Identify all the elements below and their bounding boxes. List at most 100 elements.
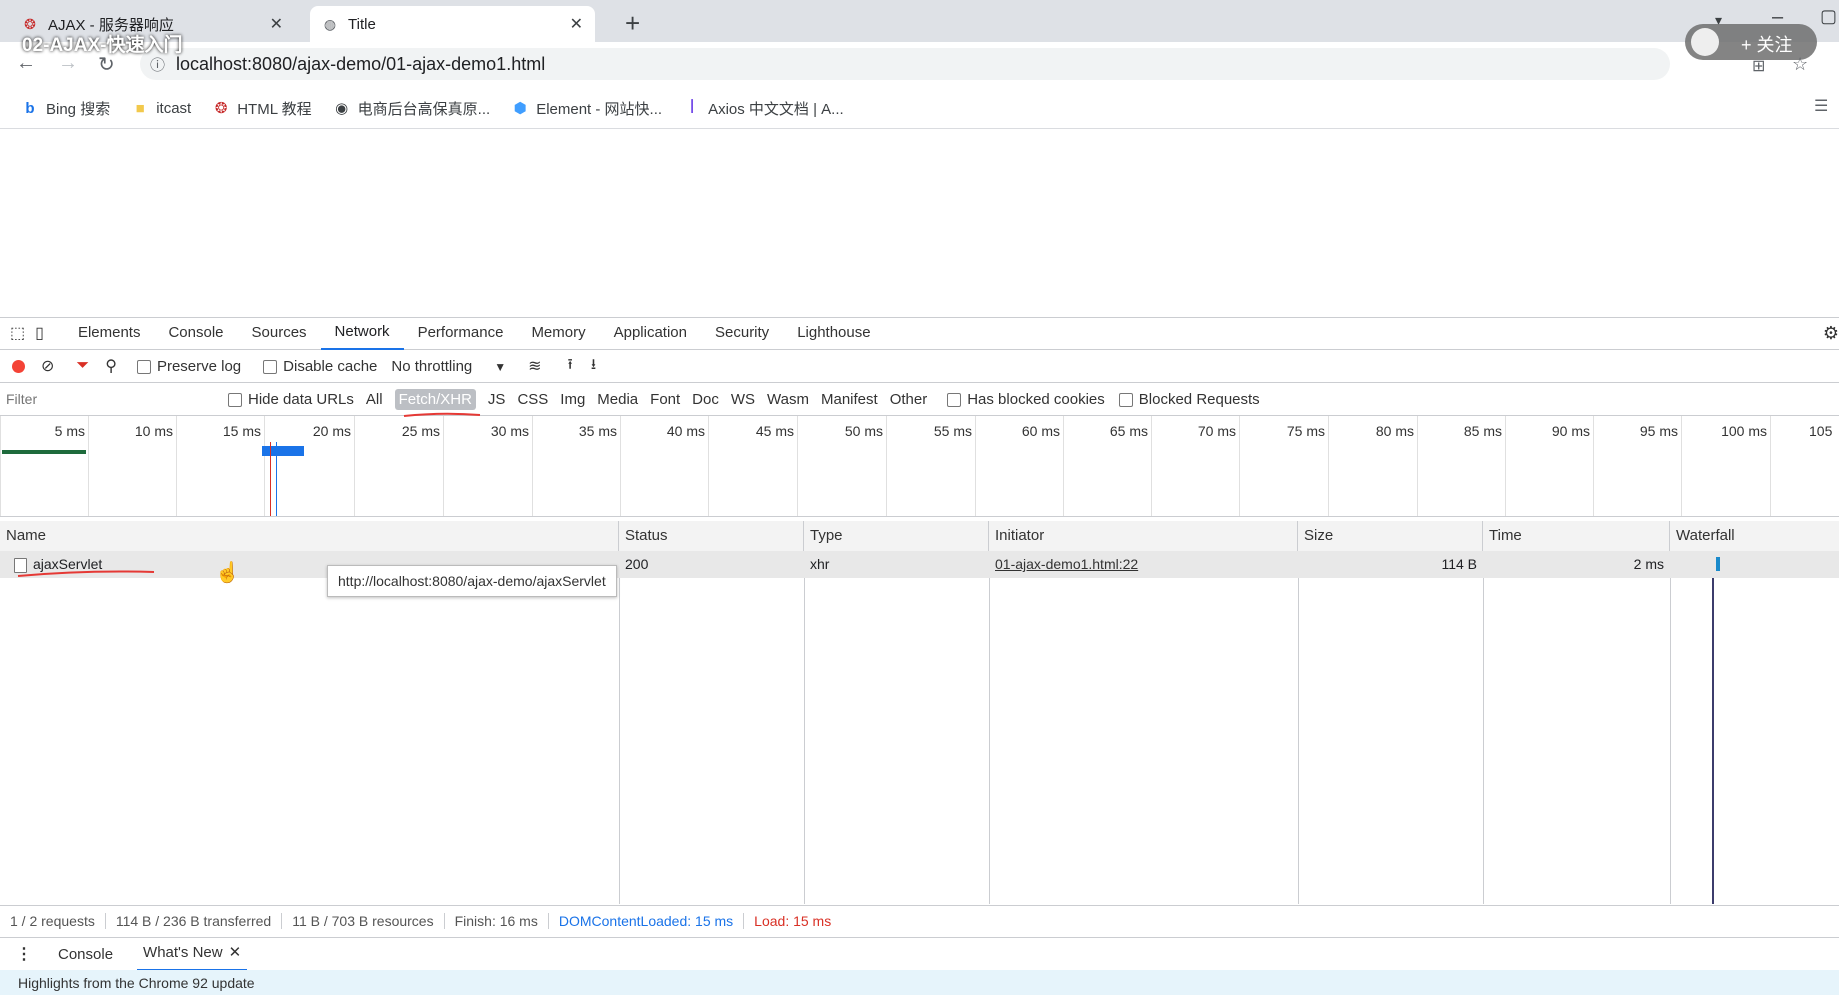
bookmark-itcast[interactable]: ■ itcast bbox=[132, 100, 192, 117]
timeline-tick: 30 ms bbox=[443, 416, 533, 516]
tab-network[interactable]: Network bbox=[320, 316, 404, 350]
type-filter-img[interactable]: Img bbox=[560, 391, 585, 408]
tab-console[interactable]: Console bbox=[154, 317, 237, 349]
video-overlay-title: 02-AJAX-快速入门 bbox=[22, 35, 183, 56]
translate-icon[interactable]: ⊞ bbox=[1752, 56, 1765, 76]
tab-lighthouse[interactable]: Lighthouse bbox=[783, 317, 884, 349]
whats-new-panel: Highlights from the Chrome 92 update bbox=[0, 970, 1839, 995]
column-status[interactable]: Status bbox=[619, 521, 804, 551]
search-icon[interactable]: ⚲ bbox=[105, 356, 117, 376]
dom-content-loaded-time: DOMContentLoaded: 15 ms bbox=[549, 913, 745, 929]
column-divider bbox=[1483, 551, 1484, 904]
tab-application[interactable]: Application bbox=[600, 317, 701, 349]
hand-cursor-icon: ☝ bbox=[215, 562, 240, 584]
load-marker bbox=[270, 442, 271, 516]
column-name[interactable]: Name bbox=[0, 521, 619, 551]
devtools-tabs: ⬚ ▯ Elements Console Sources Network Per… bbox=[0, 317, 1839, 350]
annotation-underline bbox=[17, 570, 155, 577]
type-filter-fetch-xhr[interactable]: Fetch/XHR bbox=[394, 388, 476, 410]
bookmark-html-tutorial[interactable]: ❂ HTML 教程 bbox=[213, 98, 312, 119]
timeline-tick: 75 ms bbox=[1239, 416, 1329, 516]
filter-bar: Hide data URLs All Fetch/XHR JS CSS Img … bbox=[0, 383, 1839, 416]
type-filter-manifest[interactable]: Manifest bbox=[821, 391, 878, 408]
request-initiator-link[interactable]: 01-ajax-demo1.html:22 bbox=[989, 551, 1298, 578]
column-divider bbox=[804, 551, 805, 904]
drawer-tab-console[interactable]: Console bbox=[58, 946, 113, 963]
drawer-tab-whats-new[interactable]: What's New ✕ bbox=[137, 937, 248, 971]
timeline-tick: 55 ms bbox=[886, 416, 976, 516]
record-icon[interactable] bbox=[12, 359, 25, 373]
column-time[interactable]: Time bbox=[1483, 521, 1670, 551]
tab-performance[interactable]: Performance bbox=[404, 317, 518, 349]
throttling-select[interactable]: No throttling ▼ bbox=[391, 358, 506, 375]
network-toolbar: ⊘ ⏷ ⚲ Preserve log Disable cache No thro… bbox=[0, 350, 1839, 383]
bookmark-axios[interactable]: ꟾ Axios 中文文档 | A... bbox=[684, 98, 844, 119]
timeline-overview[interactable]: 5 ms 10 ms 15 ms 20 ms 25 ms 30 ms 35 ms… bbox=[0, 416, 1839, 517]
type-filter-wasm[interactable]: Wasm bbox=[767, 391, 809, 408]
network-conditions-icon[interactable]: ≋ bbox=[528, 356, 541, 376]
type-filter-other[interactable]: Other bbox=[890, 391, 928, 408]
url-tooltip: http://localhost:8080/ajax-demo/ajaxServ… bbox=[327, 565, 617, 597]
reading-list-icon[interactable]: ☰ bbox=[1814, 96, 1828, 116]
type-filter-js[interactable]: JS bbox=[488, 391, 506, 408]
column-size[interactable]: Size bbox=[1298, 521, 1483, 551]
column-waterfall[interactable]: Waterfall bbox=[1670, 521, 1839, 551]
blocked-requests-checkbox[interactable]: Blocked Requests bbox=[1118, 391, 1260, 408]
tab-memory[interactable]: Memory bbox=[517, 317, 599, 349]
column-initiator[interactable]: Initiator bbox=[989, 521, 1298, 551]
device-toolbar-icon[interactable]: ▯ bbox=[35, 323, 44, 343]
load-time: Load: 15 ms bbox=[754, 913, 832, 929]
request-time: 2 ms bbox=[1633, 556, 1664, 572]
browser-tab-title[interactable]: ◍ Title ✕ bbox=[310, 6, 595, 42]
hide-data-urls-checkbox[interactable]: Hide data URLs bbox=[228, 391, 354, 408]
axios-icon: ꟾ bbox=[689, 100, 695, 117]
has-blocked-cookies-checkbox[interactable]: Has blocked cookies bbox=[947, 391, 1105, 408]
close-icon[interactable]: ✕ bbox=[570, 14, 583, 34]
bookmark-element[interactable]: ⬢ Element - 网站快... bbox=[512, 98, 662, 119]
tab-sources[interactable]: Sources bbox=[238, 317, 321, 349]
type-filter-media[interactable]: Media bbox=[597, 391, 638, 408]
close-icon[interactable]: ✕ bbox=[270, 14, 283, 34]
follow-label: + 关注 bbox=[1741, 35, 1793, 55]
address-bar[interactable]: localhost:8080/ajax-demo/01-ajax-demo1.h… bbox=[140, 48, 1670, 80]
close-icon[interactable]: ✕ bbox=[229, 944, 242, 961]
timeline-tick: 40 ms bbox=[620, 416, 709, 516]
bookmark-bing[interactable]: b Bing 搜索 bbox=[22, 98, 110, 119]
bookmarks-bar: b Bing 搜索 ■ itcast ❂ HTML 教程 ◉ 电商后台高保真原... ⬢… bbox=[0, 88, 1839, 129]
table-row[interactable]: ajaxServlet 200 xhr 01-ajax-demo1.html:2… bbox=[0, 551, 1839, 578]
disable-cache-checkbox[interactable]: Disable cache bbox=[263, 358, 377, 375]
filter-icon[interactable]: ⏷ bbox=[76, 357, 89, 375]
avatar bbox=[1691, 28, 1719, 56]
settings-gear-icon[interactable]: ⚙ bbox=[1823, 323, 1839, 344]
type-filter-ws[interactable]: WS bbox=[731, 391, 755, 408]
inspect-icon[interactable]: ⬚ bbox=[10, 323, 25, 343]
column-divider bbox=[989, 551, 990, 904]
type-filter-all[interactable]: All bbox=[366, 391, 383, 408]
bookmark-ecommerce[interactable]: ◉ 电商后台高保真原... bbox=[334, 98, 490, 119]
new-tab-button[interactable]: + bbox=[625, 8, 640, 39]
type-filter-doc[interactable]: Doc bbox=[692, 391, 719, 408]
request-status: 200 bbox=[625, 556, 649, 572]
tab-elements[interactable]: Elements bbox=[64, 317, 155, 349]
timeline-tick: 20 ms bbox=[264, 416, 355, 516]
type-filter-font[interactable]: Font bbox=[650, 391, 680, 408]
star-icon[interactable]: ☆ bbox=[1792, 54, 1808, 75]
maximize-icon[interactable]: ▢ bbox=[1820, 6, 1837, 27]
timeline-doc-bar bbox=[2, 450, 86, 454]
element-icon: ⬢ bbox=[513, 100, 527, 117]
export-har-icon[interactable]: ⭳ bbox=[591, 354, 596, 379]
preserve-log-checkbox[interactable]: Preserve log bbox=[136, 358, 241, 375]
requests-table-header: Name Status Type Initiator Size Time Wat… bbox=[0, 521, 1839, 552]
type-filter-css[interactable]: CSS bbox=[517, 391, 548, 408]
clear-icon[interactable]: ⊘ bbox=[41, 356, 54, 376]
drawer-menu-icon[interactable]: ⋮ bbox=[16, 944, 32, 964]
tab-security[interactable]: Security bbox=[701, 317, 783, 349]
import-har-icon[interactable]: ⭱ bbox=[568, 354, 573, 379]
filter-input[interactable] bbox=[4, 387, 208, 411]
timeline-tick: 100 ms bbox=[1681, 416, 1771, 516]
timeline-tick: 85 ms bbox=[1417, 416, 1506, 516]
column-type[interactable]: Type bbox=[804, 521, 989, 551]
request-size: 114 B bbox=[1441, 556, 1477, 572]
info-icon[interactable]: ⓘ bbox=[150, 54, 165, 75]
timeline-tick: 35 ms bbox=[532, 416, 621, 516]
